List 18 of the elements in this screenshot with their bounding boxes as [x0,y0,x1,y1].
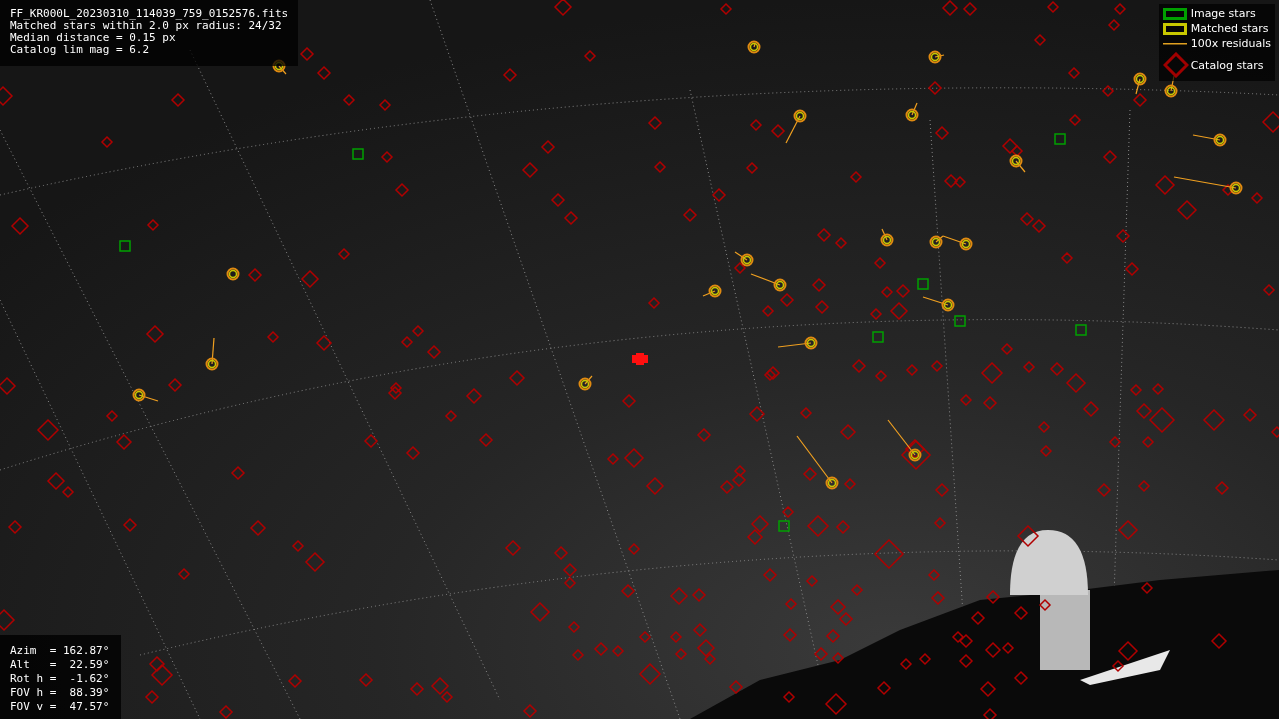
crosshair-icon [632,353,648,365]
rectangle-icon [1162,7,1187,20]
legend-label: Catalog stars [1190,58,1265,72]
line-icon [1162,42,1187,45]
diamond-icon [1162,52,1189,78]
legend-label: Image stars [1190,7,1257,20]
info-text: Matched stars within 2.0 px radius: 24/32 [10,20,282,32]
pointing-text: Alt = 22.59° [10,659,110,671]
rectangle-icon [1162,22,1187,35]
info-text: Median distance = 0.15 px [10,32,177,44]
pointing-text: FOV h = 88.39° [10,687,110,699]
legend-label: Matched stars [1190,22,1270,35]
legend-label: 100x residuals [1190,37,1271,50]
info-text: FF_KR000L_20230310_114039_759_0152576.fits [10,8,289,20]
pointing-text: Azim = 162.87° [10,645,110,657]
pointing-text: FOV v = 47.57° [10,701,110,713]
pointing-text: Rot h = -1.62° [10,673,110,685]
info-text: Catalog lim mag = 6.2 [10,44,151,56]
